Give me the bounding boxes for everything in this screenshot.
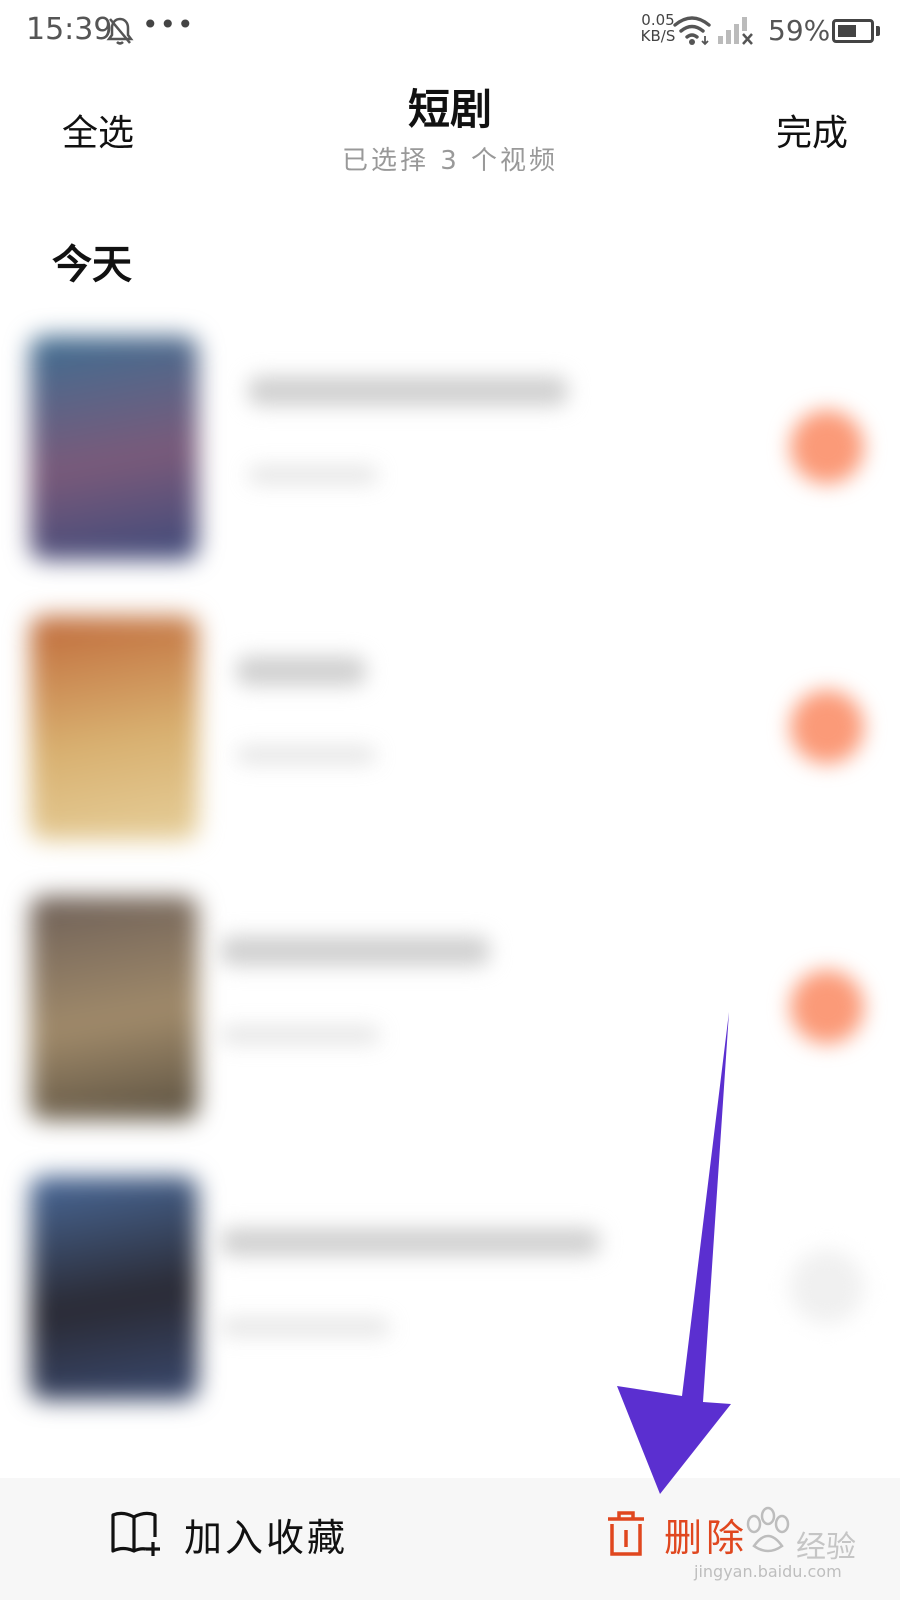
video-meta — [220, 1026, 380, 1044]
selection-count: 已选择 3 个视频 — [341, 146, 559, 176]
delete-button[interactable]: 删除 — [606, 1502, 748, 1566]
video-list-item[interactable] — [0, 878, 900, 1158]
status-time: 15:39 — [26, 12, 113, 47]
battery-icon — [832, 19, 874, 43]
book-add-icon — [111, 1511, 160, 1556]
video-meta — [236, 746, 376, 764]
delete-label: 删除 — [664, 1515, 749, 1560]
video-thumbnail — [30, 336, 198, 560]
video-title — [236, 656, 366, 686]
bottom-action-bar: 加入收藏 删除 — [0, 1478, 900, 1600]
video-title — [220, 936, 490, 966]
more-dots-icon: ••• — [142, 8, 195, 41]
video-list-item[interactable] — [0, 598, 900, 878]
battery-tip — [876, 26, 880, 36]
video-list-item[interactable] — [0, 318, 900, 598]
wifi-icon — [673, 16, 711, 46]
select-checkbox[interactable] — [790, 970, 864, 1044]
video-title — [220, 1228, 600, 1256]
add-to-favorites-button[interactable]: 加入收藏 — [110, 1502, 348, 1566]
video-list — [0, 318, 900, 1438]
select-checkbox[interactable] — [790, 1250, 864, 1324]
battery-fill — [838, 25, 856, 37]
video-thumbnail — [30, 616, 198, 840]
add-to-favorites-label: 加入收藏 — [184, 1515, 349, 1560]
header: 全选 短剧 已选择 3 个视频 完成 — [0, 64, 900, 194]
trash-icon — [608, 1511, 644, 1556]
bell-off-icon — [106, 17, 134, 45]
page-title: 短剧 — [407, 85, 492, 134]
video-thumbnail — [30, 896, 198, 1120]
video-meta — [248, 466, 378, 484]
video-title — [248, 376, 568, 406]
status-bar: 15:39 ••• 0.05 KB/S 59% — [0, 0, 900, 64]
video-thumbnail — [30, 1176, 198, 1400]
done-button[interactable]: 完成 — [776, 104, 848, 156]
video-meta — [220, 1318, 390, 1336]
signal-icon — [718, 17, 753, 45]
battery-percent: 59% — [768, 14, 831, 47]
select-checkbox[interactable] — [790, 690, 864, 764]
video-list-item[interactable] — [0, 1158, 900, 1438]
section-label-today: 今天 — [52, 241, 132, 288]
select-checkbox[interactable] — [790, 410, 864, 484]
